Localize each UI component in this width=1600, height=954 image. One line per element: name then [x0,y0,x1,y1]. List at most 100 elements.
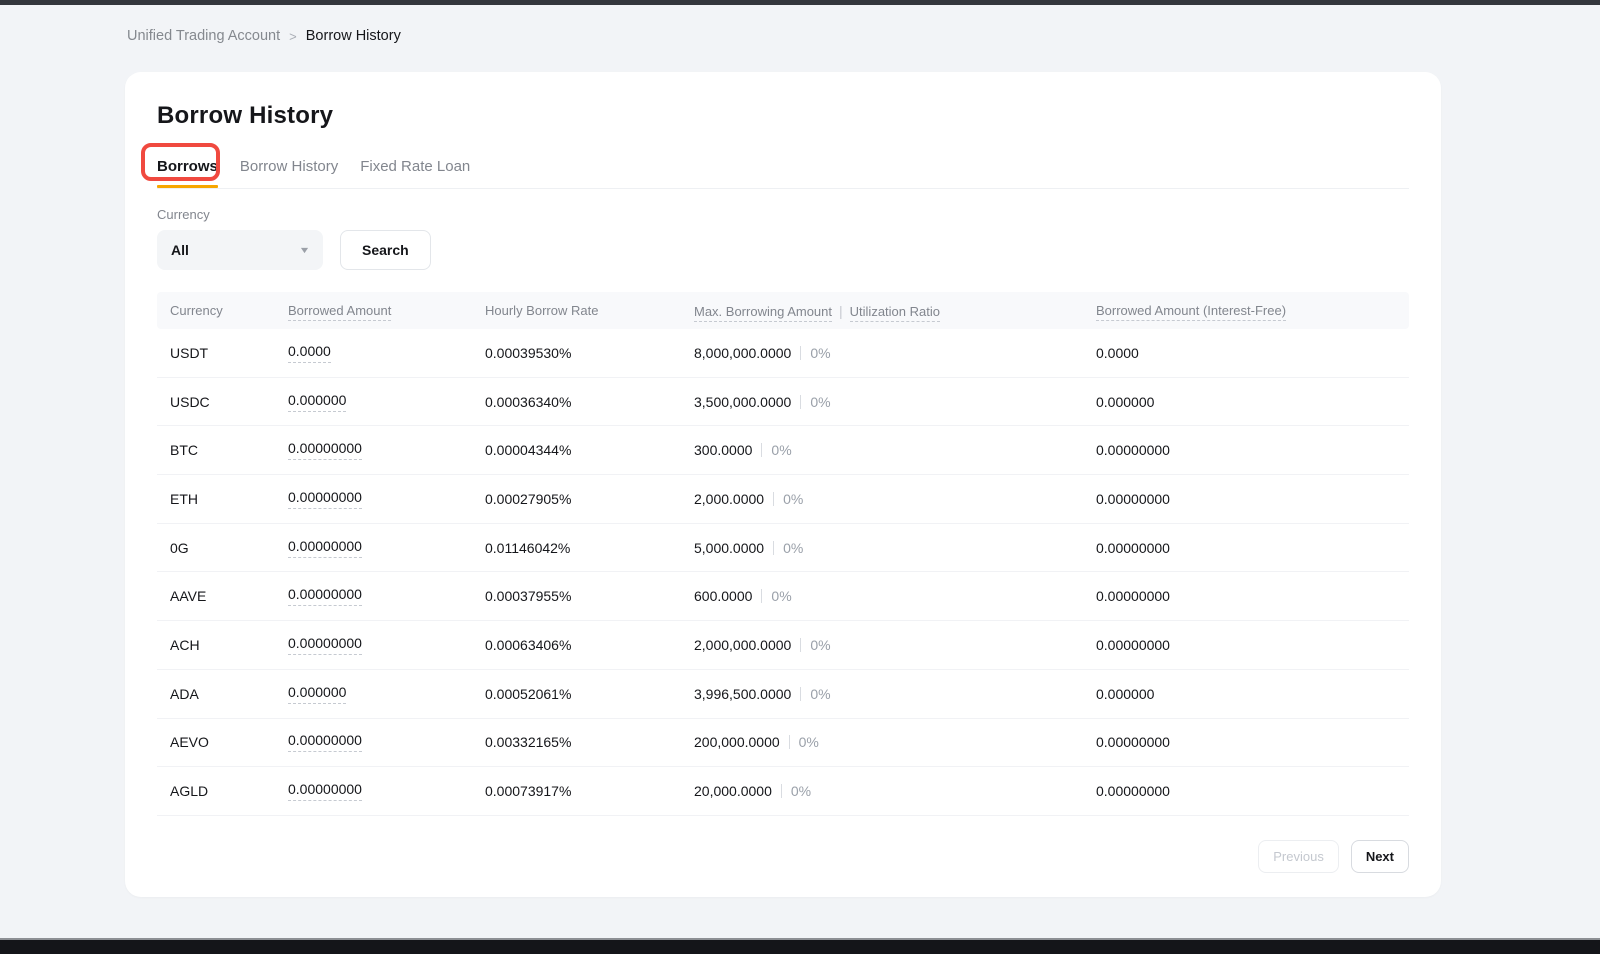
chevron-down-icon: ▼ [299,245,311,255]
cell-borrowed-amount-interest-free: 0.00000000 [1096,588,1396,604]
cell-utilization-ratio: 0% [771,588,791,604]
cell-max-borrowing-amount: 2,000,000.0000 [694,637,791,653]
cell-hourly-borrow-rate: 0.00037955% [485,588,694,604]
cell-divider [773,492,774,506]
table-row: USDT 0.0000 0.00039530% 8,000,000.0000 0… [157,329,1409,378]
cell-borrowed-amount[interactable]: 0.00000000 [288,781,362,801]
cell-borrowed-amount-interest-free: 0.00000000 [1096,540,1396,556]
cell-borrowed-amount[interactable]: 0.000000 [288,392,346,412]
cell-borrowed-amount[interactable]: 0.0000 [288,343,331,363]
table-header-row: Currency Borrowed Amount Hourly Borrow R… [157,292,1409,329]
cell-borrowed-amount[interactable]: 0.00000000 [288,586,362,606]
cell-utilization-ratio: 0% [783,540,803,556]
table-row: AAVE 0.00000000 0.00037955% 600.0000 0% … [157,572,1409,621]
taskbar-strip [0,938,1600,954]
cell-hourly-borrow-rate: 0.00332165% [485,734,694,750]
currency-dropdown[interactable]: All ▼ [157,230,323,270]
cell-currency: AAVE [170,588,288,604]
table-row: AEVO 0.00000000 0.00332165% 200,000.0000… [157,719,1409,768]
search-button[interactable]: Search [340,230,431,270]
header-max-borrowing-amount[interactable]: Max. Borrowing Amount [694,304,832,322]
previous-page-button[interactable]: Previous [1258,840,1339,873]
cell-currency: AEVO [170,734,288,750]
currency-dropdown-value: All [171,242,189,258]
filter-row: All ▼ Search [157,230,1409,270]
cell-hourly-borrow-rate: 0.00036340% [485,394,694,410]
tab-borrow-history[interactable]: Borrow History [240,150,338,188]
cell-hourly-borrow-rate: 0.00027905% [485,491,694,507]
header-divider: | [839,303,843,319]
cell-hourly-borrow-rate: 0.01146042% [485,540,694,556]
cell-currency: USDC [170,394,288,410]
cell-divider [773,541,774,555]
cell-divider [789,735,790,749]
cell-divider [781,784,782,798]
cell-max-borrowing-amount: 2,000.0000 [694,491,764,507]
cell-borrowed-amount-interest-free: 0.00000000 [1096,442,1396,458]
breadcrumb-current: Borrow History [306,28,401,44]
tab-borrows[interactable]: Borrows [157,150,218,188]
cell-divider [800,395,801,409]
cell-hourly-borrow-rate: 0.00073917% [485,783,694,799]
cell-divider [800,638,801,652]
header-borrowed-amount-interest-free[interactable]: Borrowed Amount (Interest-Free) [1096,303,1286,321]
cell-utilization-ratio: 0% [810,394,830,410]
pagination: Previous Next [1258,840,1409,873]
breadcrumb-parent-link[interactable]: Unified Trading Account [127,28,280,44]
cell-hourly-borrow-rate: 0.00039530% [485,345,694,361]
table-row: ADA 0.000000 0.00052061% 3,996,500.0000 … [157,670,1409,719]
cell-utilization-ratio: 0% [810,345,830,361]
cell-borrowed-amount[interactable]: 0.00000000 [288,635,362,655]
cell-utilization-ratio: 0% [799,734,819,750]
cell-utilization-ratio: 0% [783,491,803,507]
window-top-edge [0,0,1600,5]
cell-max-borrowing-amount: 300.0000 [694,442,752,458]
tab-bar: Borrows Borrow History Fixed Rate Loan [157,150,1409,189]
cell-divider [761,589,762,603]
borrows-table: Currency Borrowed Amount Hourly Borrow R… [157,292,1409,816]
cell-hourly-borrow-rate: 0.00052061% [485,686,694,702]
cell-borrowed-amount[interactable]: 0.000000 [288,684,346,704]
page-title: Borrow History [157,102,1409,130]
table-row: ETH 0.00000000 0.00027905% 2,000.0000 0%… [157,475,1409,524]
cell-divider [800,687,801,701]
cell-currency: 0G [170,540,288,556]
cell-borrowed-amount[interactable]: 0.00000000 [288,489,362,509]
cell-borrowed-amount[interactable]: 0.00000000 [288,732,362,752]
cell-utilization-ratio: 0% [771,442,791,458]
cell-borrowed-amount-interest-free: 0.00000000 [1096,734,1396,750]
cell-max-borrowing-amount: 600.0000 [694,588,752,604]
breadcrumb-separator-icon: > [289,29,297,44]
cell-max-borrowing-amount: 8,000,000.0000 [694,345,791,361]
table-row: BTC 0.00000000 0.00004344% 300.0000 0% 0… [157,426,1409,475]
tab-fixed-rate-loan[interactable]: Fixed Rate Loan [360,150,470,188]
cell-currency: ADA [170,686,288,702]
cell-borrowed-amount-interest-free: 0.000000 [1096,394,1396,410]
cell-max-borrowing-amount: 5,000.0000 [694,540,764,556]
cell-borrowed-amount-interest-free: 0.000000 [1096,686,1396,702]
cell-borrowed-amount-interest-free: 0.00000000 [1096,491,1396,507]
cell-currency: AGLD [170,783,288,799]
header-hourly-borrow-rate: Hourly Borrow Rate [485,303,694,318]
breadcrumb: Unified Trading Account > Borrow History [127,28,401,44]
cell-currency: BTC [170,442,288,458]
next-page-button[interactable]: Next [1351,840,1409,873]
cell-borrowed-amount[interactable]: 0.00000000 [288,440,362,460]
header-utilization-ratio[interactable]: Utilization Ratio [850,304,940,322]
cell-max-borrowing-amount: 200,000.0000 [694,734,780,750]
cell-currency: ETH [170,491,288,507]
cell-borrowed-amount-interest-free: 0.00000000 [1096,637,1396,653]
header-borrowed-amount[interactable]: Borrowed Amount [288,303,391,321]
cell-utilization-ratio: 0% [810,637,830,653]
cell-borrowed-amount-interest-free: 0.0000 [1096,345,1396,361]
cell-hourly-borrow-rate: 0.00004344% [485,442,694,458]
table-body: USDT 0.0000 0.00039530% 8,000,000.0000 0… [157,329,1409,816]
cell-borrowed-amount-interest-free: 0.00000000 [1096,783,1396,799]
cell-divider [800,346,801,360]
borrow-history-card: Borrow History Borrows Borrow History Fi… [125,72,1441,897]
cell-borrowed-amount[interactable]: 0.00000000 [288,538,362,558]
cell-max-borrowing-amount: 20,000.0000 [694,783,772,799]
table-row: AGLD 0.00000000 0.00073917% 20,000.0000 … [157,767,1409,816]
cell-currency: USDT [170,345,288,361]
cell-currency: ACH [170,637,288,653]
